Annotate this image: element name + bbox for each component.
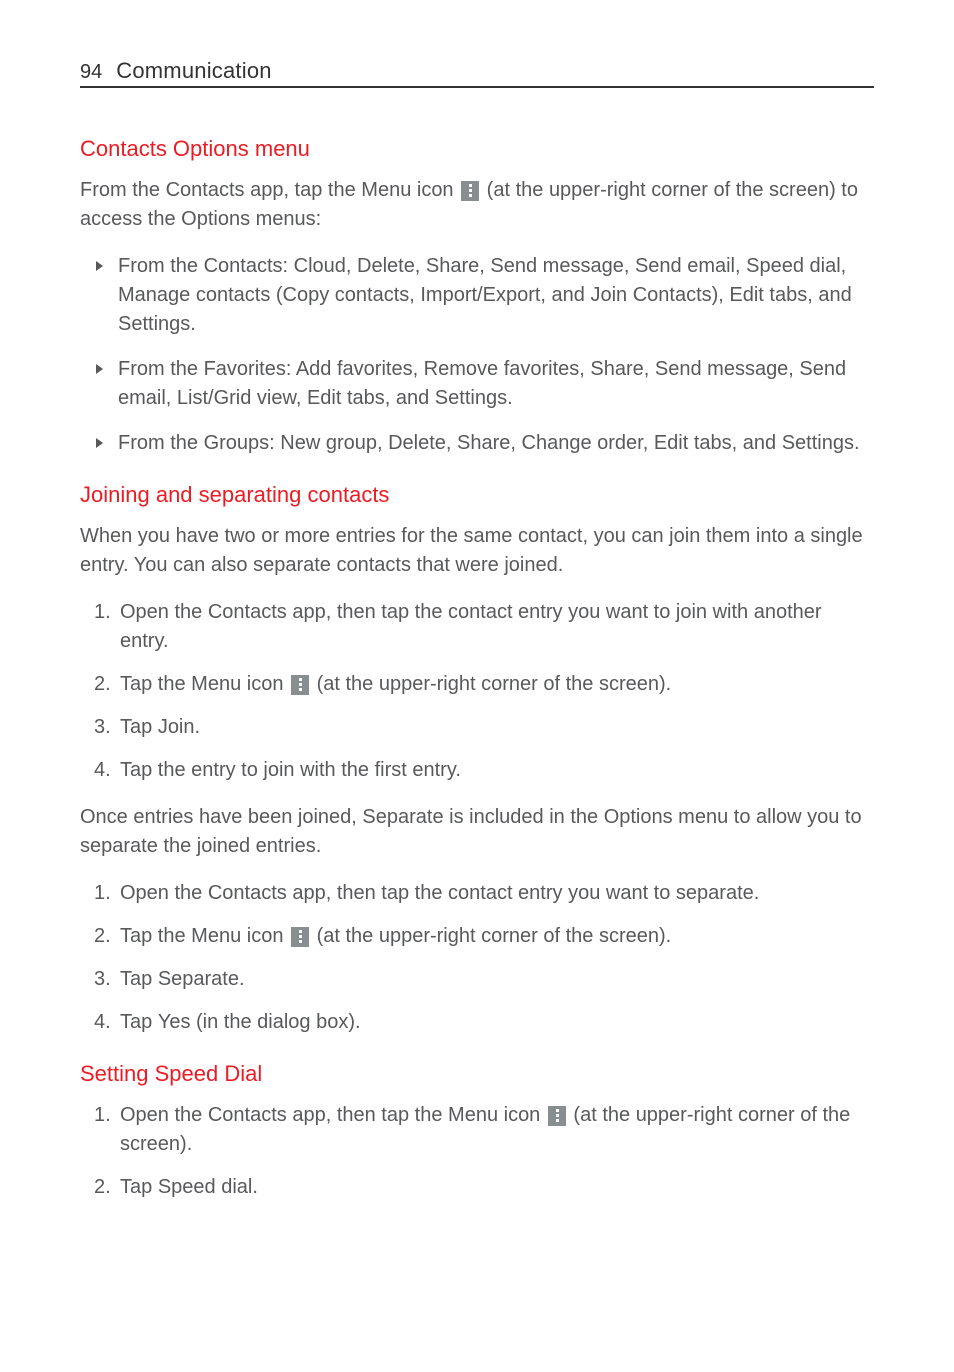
text-fragment: . xyxy=(239,968,245,990)
bullet-list-options: From the Contacts: Cloud, Delete, Share,… xyxy=(98,252,874,458)
list-item: From the Contacts: Cloud, Delete, Share,… xyxy=(98,252,874,339)
list-item: 2. Tap the Menu icon (at the upper-right… xyxy=(98,670,874,699)
list-item: 2. Tap Speed dial. xyxy=(98,1173,874,1202)
text-fragment: icon xyxy=(411,179,459,201)
list-item: 1. Open the Contacts app, then tap the c… xyxy=(98,598,874,656)
list-number: 4. xyxy=(94,756,111,785)
text-fragment: Open the xyxy=(120,601,208,623)
numbered-list-join: 1. Open the Contacts app, then tap the c… xyxy=(98,598,874,785)
page-number: 94 xyxy=(80,61,102,84)
mid-paragraph: Once entries have been joined, Separate … xyxy=(80,803,874,861)
text-fragment: app, tap the xyxy=(245,179,362,201)
text-fragment: Tap the entry to join with the first ent… xyxy=(120,759,461,781)
bold-favorites: Favorites xyxy=(204,358,286,380)
bold-separate: Separate xyxy=(362,806,443,828)
bold-menu: Menu xyxy=(361,179,411,201)
text-fragment: Open the xyxy=(120,882,208,904)
bold-menu: Menu xyxy=(191,925,241,947)
text-fragment: icon xyxy=(241,673,289,695)
intro-paragraph-2: When you have two or more entries for th… xyxy=(80,522,874,580)
intro-paragraph-1: From the Contacts app, tap the Menu icon… xyxy=(80,176,874,234)
numbered-list-separate: 1. Open the Contacts app, then tap the c… xyxy=(98,879,874,1037)
list-item: 3. Tap Separate. xyxy=(98,965,874,994)
text-fragment: (in the dialog box). xyxy=(190,1011,360,1033)
bold-menu: Menu xyxy=(448,1104,498,1126)
text-fragment: icon xyxy=(241,925,289,947)
text-fragment: (at the upper-right corner of the screen… xyxy=(311,925,671,947)
bold-contacts: Contacts xyxy=(208,601,287,623)
list-item: 1. Open the Contacts app, then tap the M… xyxy=(98,1101,874,1159)
section-heading-speed-dial: Setting Speed Dial xyxy=(80,1061,874,1087)
text-fragment: Tap the xyxy=(120,925,191,947)
list-item: 4. Tap the entry to join with the first … xyxy=(98,756,874,785)
bold-menu: Menu xyxy=(191,673,241,695)
bold-contacts: Contacts xyxy=(208,882,287,904)
text-fragment: app, then tap the xyxy=(287,1104,448,1126)
list-item: 4. Tap Yes (in the dialog box). xyxy=(98,1008,874,1037)
bold-contacts: Contacts xyxy=(208,1104,287,1126)
list-number: 1. xyxy=(94,598,111,627)
text-fragment: Tap xyxy=(120,1011,158,1033)
text-fragment: . xyxy=(252,1176,258,1198)
text-fragment: From the xyxy=(118,358,204,380)
page-header: 94 Communication xyxy=(80,58,874,88)
bold-yes: Yes xyxy=(158,1011,191,1033)
triangle-icon xyxy=(96,261,103,271)
bold-contacts: Contacts xyxy=(166,179,245,201)
text-fragment: Open the xyxy=(120,1104,208,1126)
list-number: 3. xyxy=(94,965,111,994)
numbered-list-speed-dial: 1. Open the Contacts app, then tap the M… xyxy=(98,1101,874,1202)
menu-icon xyxy=(548,1106,566,1126)
list-number: 2. xyxy=(94,1173,111,1202)
list-number: 1. xyxy=(94,1101,111,1130)
header-title: Communication xyxy=(116,58,271,84)
triangle-icon xyxy=(96,438,103,448)
text-fragment: From the xyxy=(118,255,204,277)
bold-speed-dial: Speed dial xyxy=(158,1176,253,1198)
list-item: 2. Tap the Menu icon (at the upper-right… xyxy=(98,922,874,951)
bold-groups: Groups xyxy=(204,432,270,454)
list-number: 2. xyxy=(94,922,111,951)
list-item: 3. Tap Join. xyxy=(98,713,874,742)
section-heading-joining: Joining and separating contacts xyxy=(80,482,874,508)
bold-contacts: Contacts xyxy=(204,255,283,277)
list-number: 3. xyxy=(94,713,111,742)
text-fragment: app, then tap the contact entry you want… xyxy=(287,882,760,904)
text-fragment: Once entries have been joined, xyxy=(80,806,362,828)
bold-join: Join xyxy=(158,716,195,738)
bold-separate: Separate xyxy=(158,968,239,990)
list-number: 1. xyxy=(94,879,111,908)
text-fragment: : New group, Delete, Share, Change order… xyxy=(269,432,859,454)
text-fragment: Tap xyxy=(120,1176,158,1198)
text-fragment: From the xyxy=(118,432,204,454)
text-fragment: From the xyxy=(80,179,166,201)
menu-icon xyxy=(291,927,309,947)
menu-icon xyxy=(291,675,309,695)
list-number: 2. xyxy=(94,670,111,699)
list-item: From the Groups: New group, Delete, Shar… xyxy=(98,429,874,458)
triangle-icon xyxy=(96,364,103,374)
text-fragment: Tap xyxy=(120,968,158,990)
menu-icon xyxy=(461,181,479,201)
text-fragment: Tap the xyxy=(120,673,191,695)
text-fragment: (at the upper-right corner of the screen… xyxy=(311,673,671,695)
list-item: 1. Open the Contacts app, then tap the c… xyxy=(98,879,874,908)
text-fragment: . xyxy=(195,716,201,738)
list-number: 4. xyxy=(94,1008,111,1037)
text-fragment: icon xyxy=(498,1104,546,1126)
list-item: From the Favorites: Add favorites, Remov… xyxy=(98,355,874,413)
section-heading-contacts-options: Contacts Options menu xyxy=(80,136,874,162)
text-fragment: Tap xyxy=(120,716,158,738)
